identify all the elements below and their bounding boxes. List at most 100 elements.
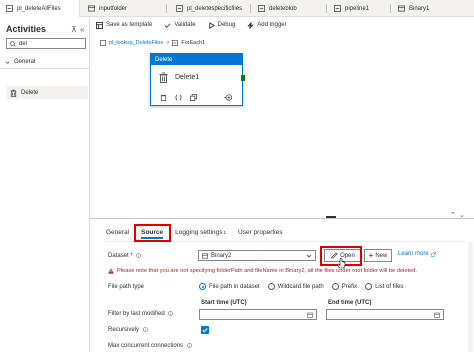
template-icon	[96, 21, 103, 29]
external-link-icon	[430, 251, 436, 257]
new-button-label: New	[375, 252, 388, 259]
activity-item-label: Delete	[21, 89, 39, 96]
activities-search-input[interactable]	[19, 40, 79, 47]
filter-label-text: Filter by last modified	[108, 311, 165, 318]
tab-divider	[326, 4, 327, 13]
recursively-checkbox[interactable]	[201, 326, 209, 334]
activities-search-box[interactable]	[6, 38, 86, 49]
lightning-icon	[247, 21, 254, 29]
tab-label: pl_deleteAllFiles	[17, 5, 61, 12]
radio-file-path-in-dataset[interactable]: File path in dataset	[199, 283, 260, 290]
learn-more-link[interactable]: Learn more	[398, 251, 436, 257]
recursively-label: Recursively	[108, 327, 148, 333]
max-connections-label: Max concurrent connections	[108, 343, 192, 349]
tab-user-properties[interactable]: User properties	[238, 224, 282, 240]
tab-pipeline1[interactable]: pipeline1	[334, 0, 369, 17]
tab-general[interactable]: General	[106, 224, 129, 240]
activities-panel: Activities ⊼ « General Delete	[0, 18, 90, 352]
learn-more-label: Learn more	[398, 251, 429, 257]
code-icon[interactable]	[175, 94, 182, 101]
mouse-cursor-icon	[337, 258, 346, 269]
dataset-icon	[88, 5, 95, 12]
end-time-header: End time (UTC)	[328, 300, 372, 306]
copy-icon[interactable]	[190, 94, 197, 101]
group-label: General	[14, 59, 36, 65]
max-connections-label-text: Max concurrent connections	[108, 343, 184, 350]
activities-title: Activities	[6, 24, 47, 34]
dataset-dropdown[interactable]: Binary2	[198, 250, 316, 261]
checkmark-icon	[202, 328, 208, 333]
properties-scrollbar[interactable]	[468, 242, 473, 352]
panel-splitter[interactable]	[90, 218, 474, 219]
radio-wildcard-file-path[interactable]: Wildcard file path	[267, 283, 324, 290]
activity-card-header: Delete	[151, 54, 242, 65]
collapse-panel-icon[interactable]: ⌄	[459, 211, 465, 219]
tab-logging-settings[interactable]: Logging settings 1	[175, 224, 226, 240]
tab-divider	[166, 4, 167, 13]
recursively-label-text: Recursively	[108, 327, 140, 334]
new-dataset-button[interactable]: + New	[364, 249, 392, 262]
dataset-selected-value: Binary2	[211, 252, 232, 259]
tab-logging-badge: 1	[223, 229, 227, 235]
tab-binary1[interactable]: Binary1	[398, 0, 429, 17]
info-icon[interactable]	[142, 327, 148, 332]
tab-pl-deleteallfiles[interactable]: pl_deleteAllFiles	[0, 0, 80, 17]
end-time-input[interactable]	[326, 309, 444, 320]
save-as-template-label: Save as template	[106, 22, 153, 28]
file-path-type-label: File path type	[108, 284, 145, 290]
dataset-icon	[202, 252, 208, 259]
radio-selected	[199, 283, 206, 290]
activity-card-body: Delete1	[151, 65, 242, 90]
debug-button[interactable]: Debug	[208, 21, 235, 29]
tab-inputfolder[interactable]: inputfolder	[88, 0, 127, 17]
success-output-handle[interactable]	[241, 75, 245, 81]
validate-label: Validate	[174, 22, 196, 28]
validate-button[interactable]: Validate	[164, 22, 196, 29]
pipeline-icon	[176, 5, 183, 12]
info-icon[interactable]	[168, 311, 174, 316]
activities-group-general[interactable]: General	[0, 56, 89, 69]
pipeline-toolbar: Save as template Validate Debug Add trig…	[96, 18, 287, 32]
calendar-icon	[434, 312, 440, 318]
start-time-header: Start time (UTC)	[201, 300, 247, 306]
collapse-all-icon[interactable]: ⊼	[71, 25, 77, 34]
tab-divider	[250, 4, 251, 13]
pipeline-icon	[258, 5, 265, 12]
search-icon	[10, 40, 16, 47]
chevron-down-icon	[5, 60, 10, 64]
delete-icon[interactable]	[160, 94, 167, 101]
radio-unselected	[331, 283, 339, 290]
add-output-icon[interactable]	[223, 94, 233, 101]
warning-text: Please note that you are not specifying …	[117, 267, 418, 274]
tab-label: Binary1	[409, 5, 430, 12]
collapse-panel-icon[interactable]: «	[80, 25, 84, 34]
tab-user-props-label: User properties	[238, 228, 283, 236]
radio-prefix[interactable]: Prefix	[331, 283, 358, 290]
activity-card-name: Delete1	[175, 74, 200, 81]
breadcrumb-pipeline-link[interactable]: pl_lookup_DeleteFiles	[109, 40, 163, 46]
breadcrumb-current: ForEach1	[181, 39, 206, 46]
save-as-template-button[interactable]: Save as template	[96, 21, 153, 29]
breadcrumb: pl_lookup_DeleteFiles > ForEach1	[100, 38, 205, 47]
foreach-icon	[172, 39, 179, 46]
trash-icon	[10, 89, 17, 97]
dataset-label-text: Dataset *	[108, 253, 133, 260]
tab-pl-deletespecificfiles[interactable]: pl_deletespecificfiles	[176, 0, 242, 17]
dataset-icon	[398, 5, 405, 12]
checkmark-icon	[164, 22, 171, 28]
maximize-panel-icon[interactable]: ⌃	[450, 211, 456, 219]
add-trigger-button[interactable]: Add trigger	[247, 21, 287, 29]
radio-label: Prefix	[341, 283, 358, 290]
pipeline-icon	[334, 5, 341, 12]
delete-activity-card[interactable]: Delete Delete1	[150, 53, 243, 106]
info-icon[interactable]	[136, 253, 142, 258]
tab-label: deleteblob	[269, 5, 297, 12]
activity-item-delete[interactable]: Delete	[6, 86, 88, 99]
info-icon[interactable]	[186, 343, 192, 348]
start-time-input[interactable]	[199, 309, 317, 320]
tab-label: pl_deletespecificfiles	[187, 5, 243, 12]
radio-list-of-files[interactable]: List of files	[365, 283, 403, 290]
splitter-handle[interactable]	[326, 216, 336, 218]
radio-unselected	[267, 283, 275, 290]
tab-deleteblob[interactable]: deleteblob	[258, 0, 297, 17]
